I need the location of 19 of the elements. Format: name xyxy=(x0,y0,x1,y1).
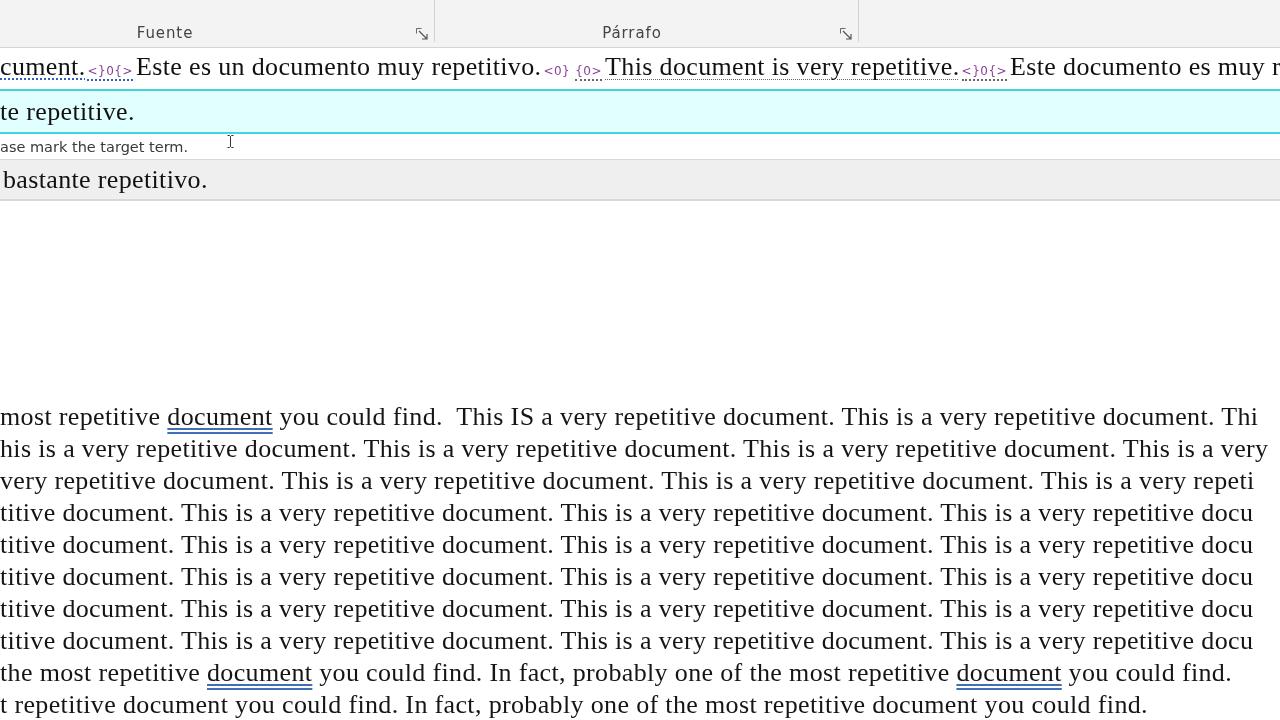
document-text-line: very repetitive document. This is a very repetitive document. This is a very repetitive document. This is a very repeti xyxy=(0,468,1256,494)
translation-suggestion: bastante repetitivo. xyxy=(0,160,1280,201)
text-cursor-icon xyxy=(227,135,234,148)
document-text-line: the most repetitive document you could find. In fact, probably one of the most repetitive document you could find. xyxy=(0,660,1233,686)
segment-source-line: cument.<}0{>Este es un documento muy repetitivo.<0} {0>This document is very repetitive.<}0{>Este documento es muy r xyxy=(0,50,1280,83)
document-text-line: his is a very repetitive document. This is a very repetitive document. This is a very repetitive document. This is a very xyxy=(0,436,1270,462)
document-text-line: titive document. This is a very repetitive document. This is a very repetitive document. This is a very repetitive docu xyxy=(0,596,1255,622)
document-text-line: titive document. This is a very repetitive document. This is a very repetitive document. This is a very repetitive docu xyxy=(0,500,1255,526)
document-text-line: t repetitive document you could find. In fact, probably one of the most repetitive document you could find. xyxy=(0,692,1149,718)
document-text-line: titive document. This is a very repetitive document. This is a very repetitive document. This is a very repetitive docu xyxy=(0,532,1255,558)
document-text-line: titive document. This is a very repetitive document. This is a very repetitive document. This is a very repetitive docu xyxy=(0,564,1255,590)
launcher-arrow-icon[interactable] xyxy=(416,28,428,40)
ribbon-group-label: Fuente xyxy=(135,24,195,42)
hint-text: ase mark the target term. xyxy=(0,138,189,155)
document-text-line: most repetitive document you could find. This IS a very repetitive document. This is a very repetitive document. Thi xyxy=(0,404,1260,430)
document-text-line: titive document. This is a very repetitive document. This is a very repetitive document. This is a very repetitive docu xyxy=(0,628,1255,654)
launcher-arrow-icon[interactable] xyxy=(840,28,852,40)
ribbon-group-label: Párrafo xyxy=(601,24,663,42)
target-segment-field[interactable]: te repetitive. xyxy=(0,89,1280,134)
